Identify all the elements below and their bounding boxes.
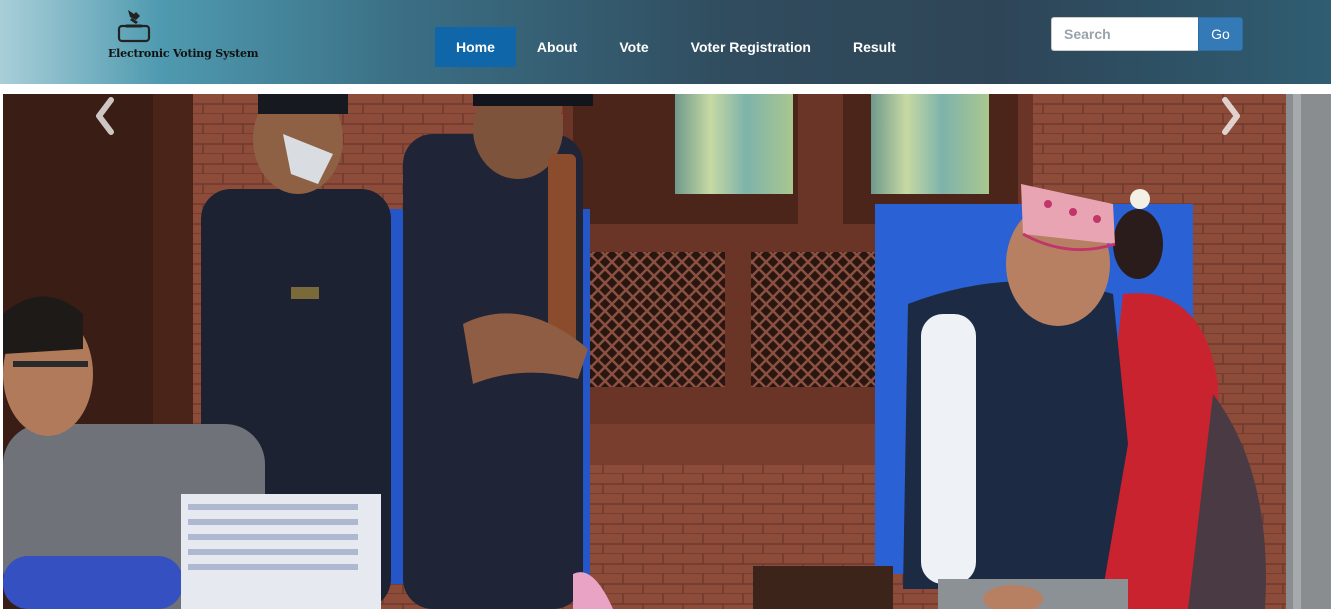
nav-item-home[interactable]: Home [435,27,516,67]
main-nav: Home About Vote Voter Registration Resul… [435,27,917,67]
carousel-slide-image [3,94,1331,609]
top-navbar: Electronic Voting System Home About Vote… [0,0,1331,84]
ballot-box-icon [117,10,151,43]
hero-carousel [3,94,1331,609]
nav-item-result[interactable]: Result [832,27,917,67]
chevron-left-icon[interactable] [91,94,121,138]
search-input[interactable] [1051,17,1198,51]
search-go-button[interactable]: Go [1198,17,1243,51]
nav-item-voter-registration[interactable]: Voter Registration [670,27,832,67]
chevron-right-icon[interactable] [1215,94,1245,138]
search-form: Go [1051,17,1243,51]
brand-name: Electronic Voting System [108,47,259,60]
nav-item-vote[interactable]: Vote [598,27,669,67]
brand[interactable]: Electronic Voting System [104,8,258,68]
nav-item-about[interactable]: About [516,27,598,67]
